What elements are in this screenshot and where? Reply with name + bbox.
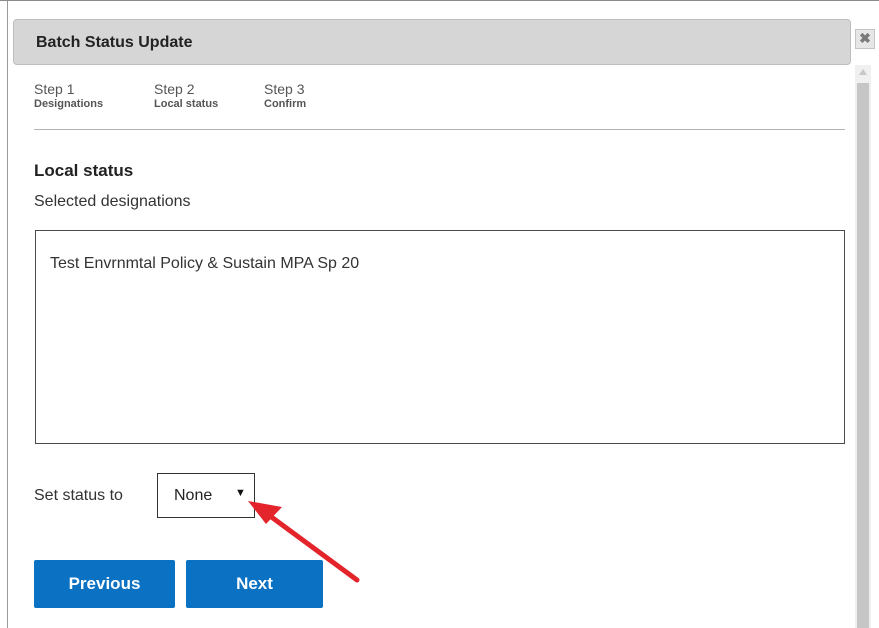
step-number: Step 1 xyxy=(34,81,75,97)
scroll-up-arrow-icon[interactable] xyxy=(859,69,867,75)
dropdown-arrow-icon: ▼ xyxy=(235,487,246,499)
step-number: Step 3 xyxy=(264,81,305,97)
step-confirm: Step 3 Confirm xyxy=(264,81,306,110)
list-item[interactable]: Test Envrnmtal Policy & Sustain MPA Sp 2… xyxy=(50,255,359,273)
step-name: Local status xyxy=(154,98,219,110)
dialog-titlebar[interactable]: Batch Status Update xyxy=(13,19,851,65)
set-status-label: Set status to xyxy=(34,487,123,504)
step-name: Designations xyxy=(34,98,104,110)
dialog-left-border xyxy=(7,1,8,628)
vertical-scrollbar[interactable] xyxy=(855,65,871,628)
close-icon[interactable]: ✖ xyxy=(855,29,875,49)
status-select-value: None xyxy=(174,487,213,504)
step-designations: Step 1 Designations xyxy=(34,81,103,110)
designations-listbox[interactable]: Test Envrnmtal Policy & Sustain MPA Sp 2… xyxy=(35,230,845,444)
steps-divider xyxy=(34,129,845,130)
next-button[interactable]: Next xyxy=(186,560,323,608)
step-number: Step 2 xyxy=(154,81,195,97)
step-local-status: Step 2 Local status xyxy=(154,81,218,110)
step-name: Confirm xyxy=(264,98,307,110)
previous-button[interactable]: Previous xyxy=(34,560,175,608)
dialog-title: Batch Status Update xyxy=(36,34,193,51)
batch-status-dialog: Batch Status Update ✖ Step 1 Designation… xyxy=(0,0,879,628)
section-title: Local status xyxy=(34,161,134,180)
status-select[interactable]: None ▼ xyxy=(157,473,255,518)
selected-designations-label: Selected designations xyxy=(34,193,191,210)
scrollbar-thumb[interactable] xyxy=(857,83,869,628)
